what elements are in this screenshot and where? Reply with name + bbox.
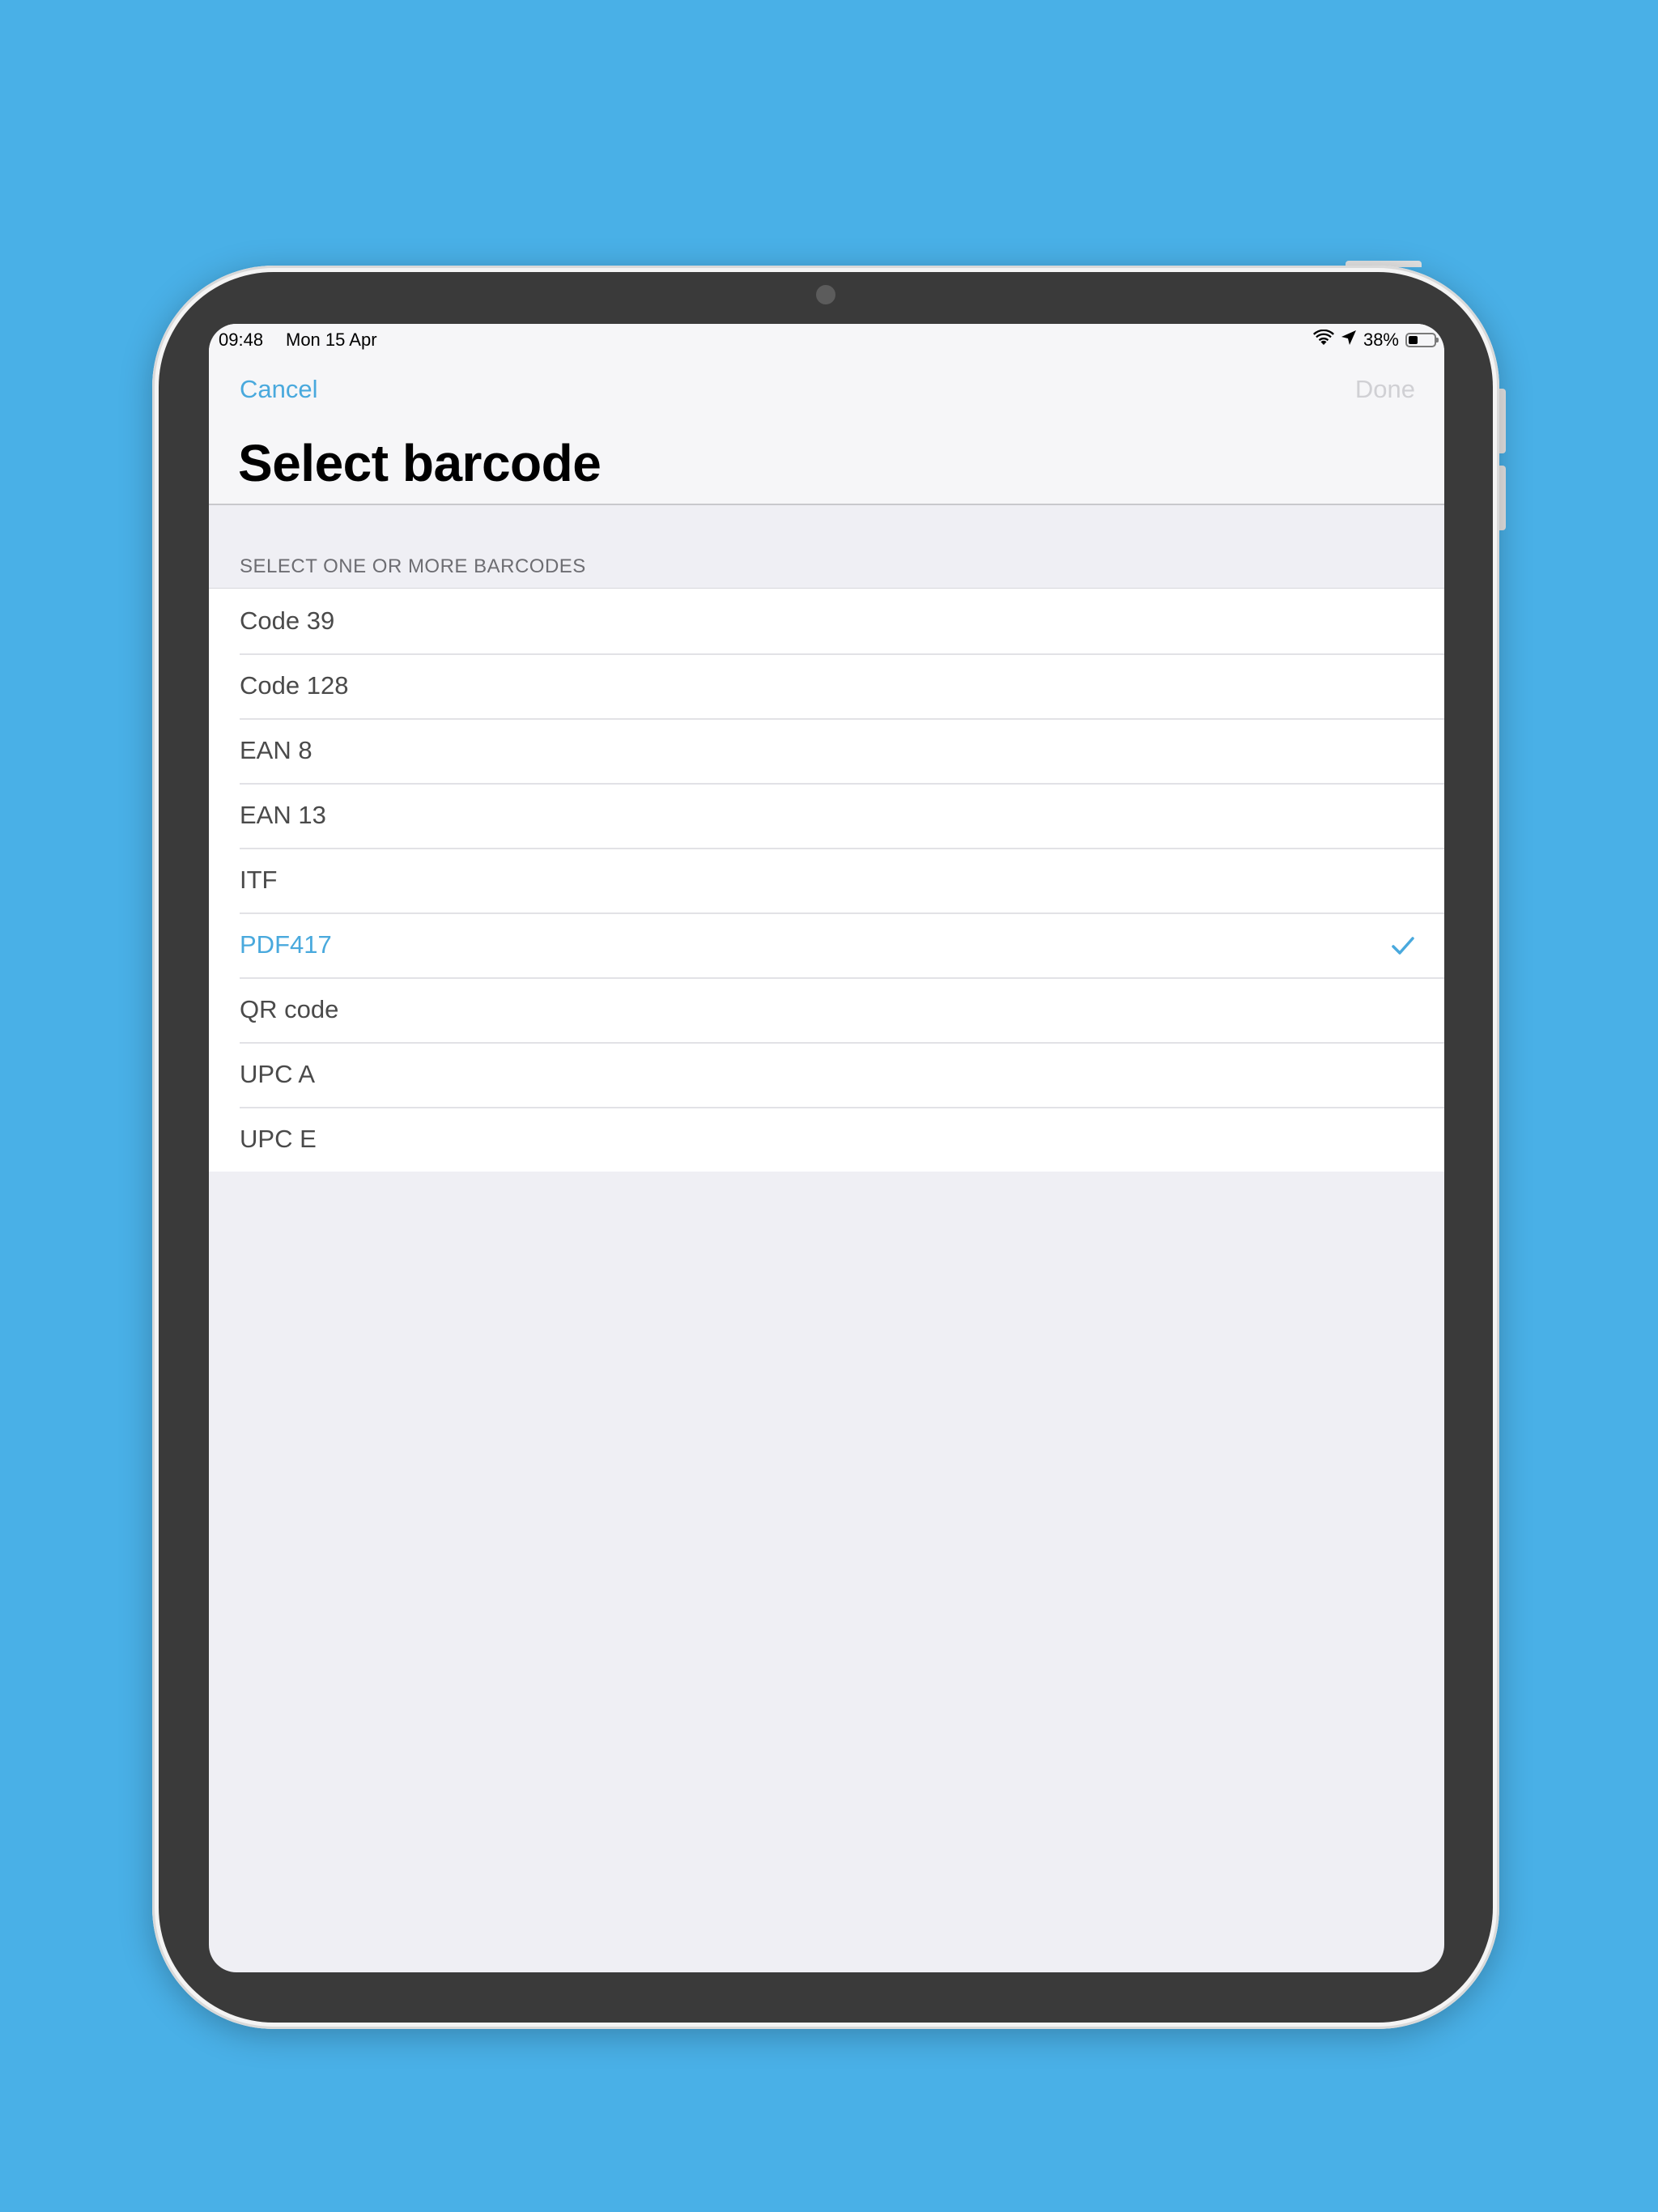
list-item[interactable]: UPC A [209, 1042, 1444, 1107]
list-item-label: ITF [240, 866, 278, 894]
wifi-icon [1312, 329, 1334, 351]
list-item[interactable]: Code 39 [209, 589, 1444, 653]
page-title: Select barcode [238, 434, 602, 492]
list-item[interactable]: PDF417 [209, 912, 1444, 977]
list-item-label: Code 128 [240, 671, 349, 700]
checkmark-icon [1391, 935, 1415, 956]
done-button[interactable]: Done [1355, 375, 1415, 404]
front-camera [816, 285, 835, 304]
list-item-label: EAN 13 [240, 801, 326, 829]
status-date: Mon 15 Apr [286, 330, 377, 350]
location-arrow-icon [1341, 330, 1357, 351]
list-item[interactable]: Code 128 [209, 653, 1444, 718]
battery-fill [1409, 336, 1418, 344]
section-header: SELECT ONE OR MORE BARCODES [240, 555, 586, 577]
volume-up-button [1499, 389, 1506, 453]
list-item-label: UPC E [240, 1125, 317, 1153]
status-bar: 09:48 Mon 15 Apr 38% [209, 324, 1444, 356]
barcode-list: Code 39 Code 128 EAN 8 EAN 13 ITF PDF417 QR co… [209, 588, 1444, 1172]
status-time: 09:48 [219, 330, 264, 350]
list-item-label: QR code [240, 995, 339, 1023]
list-item-label: PDF417 [240, 930, 332, 959]
list-item-label: EAN 8 [240, 736, 312, 764]
list-item[interactable]: EAN 13 [209, 783, 1444, 848]
battery-percentage: 38% [1363, 330, 1399, 350]
list-item-label: Code 39 [240, 606, 335, 635]
list-item[interactable]: EAN 8 [209, 718, 1444, 783]
volume-down-button [1499, 466, 1506, 530]
list-item[interactable]: QR code [209, 977, 1444, 1042]
battery-icon [1405, 333, 1439, 347]
list-item[interactable]: UPC E [209, 1107, 1444, 1172]
list-item-label: UPC A [240, 1060, 316, 1088]
screen: Cancel Done Select barcode 09:48 Mon 15 … [209, 324, 1444, 1972]
list-item[interactable]: ITF [209, 848, 1444, 912]
cancel-button[interactable]: Cancel [240, 375, 318, 404]
status-indicators: 38% [1312, 329, 1439, 351]
